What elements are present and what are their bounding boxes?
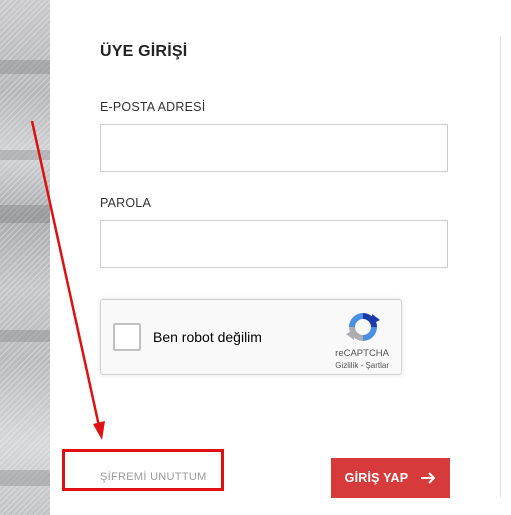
- annotation-arrow: [30, 120, 105, 440]
